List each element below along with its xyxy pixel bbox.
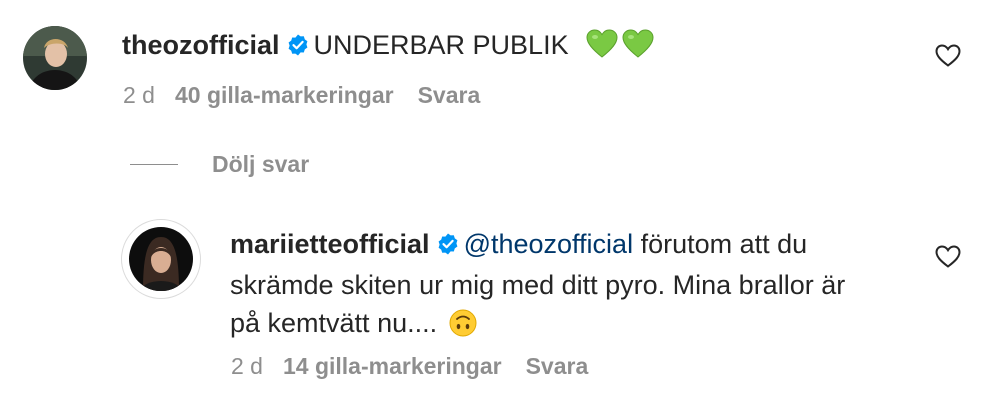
avatar-theozofficial[interactable] xyxy=(23,26,87,90)
hide-replies-line xyxy=(130,163,178,165)
reply-time[interactable]: 2 d xyxy=(231,352,263,380)
hide-replies-label: Dölj svar xyxy=(212,150,310,177)
comment-meta: 2 d 40 gilla-markeringar Svara xyxy=(123,81,480,109)
comment-likes[interactable]: 40 gilla-markeringar xyxy=(175,81,394,109)
reply-text-3: på kemtvätt nu.... xyxy=(230,308,438,338)
like-heart-icon[interactable] xyxy=(935,245,961,274)
avatar-mariietteofficial[interactable] xyxy=(129,227,193,291)
comment-username[interactable]: theozofficial xyxy=(122,30,280,60)
green-heart-icon xyxy=(622,29,654,69)
comment-thread: theozofficial UNDERBAR PUBLIK 2 d 40 gilla… xyxy=(0,0,988,400)
green-heart-icon xyxy=(586,29,618,69)
reply-text-1: förutom att du xyxy=(633,229,808,259)
reply-button[interactable]: Svara xyxy=(418,81,481,109)
like-heart-icon[interactable] xyxy=(935,44,961,73)
reply-username[interactable]: mariietteofficial xyxy=(230,229,430,259)
reply-reply-button[interactable]: Svara xyxy=(526,352,589,380)
reply-body: mariietteofficial @theozofficial förutom … xyxy=(230,225,930,347)
comment-time[interactable]: 2 d xyxy=(123,81,155,109)
reply-line-3: på kemtvätt nu.... xyxy=(230,304,930,347)
comment-body: theozofficial UNDERBAR PUBLIK xyxy=(122,26,902,69)
verified-badge-icon xyxy=(286,29,310,67)
verified-badge-icon xyxy=(436,228,460,266)
upside-down-face-icon xyxy=(449,309,477,347)
reply-line-1: mariietteofficial @theozofficial förutom … xyxy=(230,225,930,266)
mention-link[interactable]: @theozofficial xyxy=(464,229,634,259)
reply-meta: 2 d 14 gilla-markeringar Svara xyxy=(231,352,588,380)
reply-line-2: skrämde skiten ur mig med ditt pyro. Min… xyxy=(230,270,846,300)
hide-replies-toggle[interactable]: Dölj svar xyxy=(130,150,309,178)
comment-text: UNDERBAR PUBLIK xyxy=(313,30,569,60)
reply-likes[interactable]: 14 gilla-markeringar xyxy=(283,352,502,380)
